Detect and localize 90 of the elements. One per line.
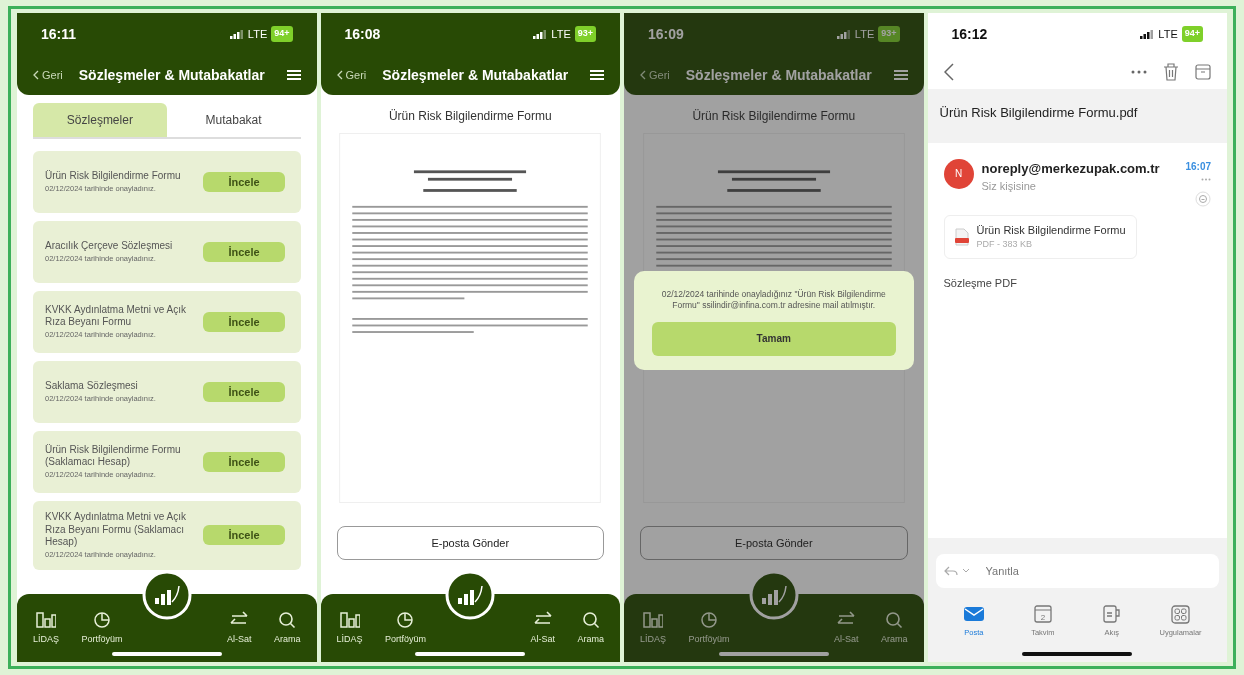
nav-item[interactable]: Portföyüm <box>384 609 426 647</box>
reply-arrow-icon <box>943 565 958 576</box>
recipient-label: Siz kişisine <box>981 179 1037 194</box>
signal-icon <box>229 29 244 39</box>
menu-icon[interactable] <box>286 69 301 81</box>
back-button[interactable]: Geri <box>640 66 670 84</box>
tab[interactable]: Sözleşmeler <box>33 103 167 139</box>
review-button[interactable]: İncele <box>203 242 285 262</box>
network-label: LTE <box>247 26 268 42</box>
review-button[interactable]: İncele <box>203 452 285 472</box>
chevron-down-icon <box>961 568 970 574</box>
pie-chart-icon <box>698 609 719 630</box>
nav-item[interactable]: LİDAŞ <box>336 609 363 647</box>
more-icon[interactable] <box>1131 70 1147 74</box>
signal-icon <box>533 29 548 39</box>
review-button[interactable]: İncele <box>203 525 285 546</box>
menu-icon[interactable] <box>590 69 604 81</box>
trash-icon[interactable] <box>1163 63 1179 81</box>
attachment-size: PDF - 383 KB <box>976 238 1034 251</box>
nav-item[interactable]: Portföyüm <box>688 609 730 647</box>
bar-chart-icon <box>643 609 663 630</box>
pie-chart-icon <box>395 609 416 630</box>
growth-chart-logo-icon[interactable] <box>141 570 192 620</box>
network-label: LTE <box>551 26 571 42</box>
document-title: Ürün Risk Bilgilendirme Formu <box>387 108 553 125</box>
back-button[interactable]: Geri <box>336 66 367 84</box>
attachment-name: Ürün Risk Bilgilendirme Formu <box>976 222 1126 238</box>
email-body: Sözleşme PDF <box>943 275 1018 291</box>
send-email-button[interactable]: E-posta Gönder <box>640 526 908 560</box>
calendar-icon: 2 <box>1031 603 1054 624</box>
signal-icon <box>1140 29 1155 39</box>
status-time: 16:08 <box>344 24 381 44</box>
chevron-left-icon <box>33 70 39 80</box>
contract-title: KVKK Aydınlatma Metni ve Açık Rıza Beyanı Formu (Saklamacı Hesap) <box>45 511 187 549</box>
received-time: 16:07 <box>1185 159 1211 174</box>
contract-title: Ürün Risk Bilgilendirme Formu <box>45 170 182 183</box>
status-time: 16:11 <box>41 24 77 44</box>
battery-indicator: 93+ <box>878 26 900 42</box>
growth-chart-logo-icon[interactable] <box>445 570 496 620</box>
sender-email: noreply@merkezupak.com.tr <box>981 159 1161 178</box>
network-label: LTE <box>854 26 875 42</box>
ok-button[interactable]: Tamam <box>652 321 896 356</box>
chevron-left-icon <box>640 70 646 80</box>
screen-title: Sözleşmeler & Mutabakatlar <box>78 65 266 85</box>
chevron-left-icon <box>336 70 343 80</box>
bar-chart-icon <box>339 609 360 630</box>
battery-indicator: 94+ <box>271 26 293 42</box>
nav-item[interactable]: Al-Sat <box>834 609 859 647</box>
dialog-message: 02/12/2024 tarihinde onayladığınız "Ürün Risk Bilgilendirme Formu" ssilindir@infina.com.tr adresine mail atılmıştır. <box>660 289 887 312</box>
nav-item[interactable]: LİDAŞ <box>33 609 59 647</box>
status-time: 16:09 <box>648 24 684 44</box>
search-icon <box>277 609 298 630</box>
battery-indicator: 94+ <box>1181 26 1203 42</box>
menu-icon[interactable] <box>893 69 908 81</box>
nav-item[interactable]: Arama <box>881 609 908 647</box>
screen-title: Sözleşmeler & Mutabakatlar <box>382 65 570 85</box>
apps-grid-icon <box>1169 603 1192 624</box>
attachment-card[interactable]: Ürün Risk Bilgilendirme Formu PDF - 383 KB <box>943 214 1137 259</box>
bar-chart-icon <box>36 609 56 630</box>
growth-chart-logo-icon[interactable] <box>748 570 799 620</box>
review-button[interactable]: İncele <box>203 172 285 192</box>
status-time: 16:12 <box>951 24 988 44</box>
screen-title: Sözleşmeler & Mutabakatlar <box>685 65 873 85</box>
search-icon <box>884 609 905 630</box>
review-button[interactable]: İncele <box>203 382 285 402</box>
contract-title: Aracılık Çerçeve Sözleşmesi <box>45 240 174 253</box>
pie-chart-icon <box>91 609 112 630</box>
document-title: Ürün Risk Bilgilendirme Formu <box>691 108 857 125</box>
search-icon <box>580 609 601 630</box>
nav-item[interactable]: LİDAŞ <box>640 609 666 647</box>
pdf-file-icon <box>954 227 969 246</box>
archive-icon[interactable] <box>1195 64 1211 80</box>
nav-item[interactable]: Arama <box>274 609 301 647</box>
email-subject: Ürün Risk Bilgilendirme Formu.pdf <box>927 89 1227 143</box>
battery-indicator: 93+ <box>574 26 596 42</box>
contract-title: KVKK Aydınlatma Metni ve Açık Rıza Beyanı Formu <box>45 303 187 329</box>
send-email-button[interactable]: E-posta Gönder <box>336 526 604 560</box>
network-label: LTE <box>1158 26 1178 42</box>
nav-item[interactable]: Arama <box>577 609 604 647</box>
contract-title: Ürün Risk Bilgilendirme Formu (Saklamacı Hesap) <box>45 443 182 469</box>
contract-title: Saklama Sözleşmesi <box>45 380 139 393</box>
reply-field[interactable]: Yanıtla <box>977 561 1219 580</box>
nav-item[interactable]: Al-Sat <box>227 609 252 647</box>
reply-bar[interactable]: Yanıtla <box>935 553 1219 588</box>
back-button[interactable]: Geri <box>33 66 63 84</box>
back-chevron-icon[interactable] <box>943 63 954 81</box>
review-button[interactable]: İncele <box>203 312 285 332</box>
nav-item[interactable]: Al-Sat <box>530 609 556 647</box>
sender-avatar: N <box>943 158 974 189</box>
nav-item[interactable]: Portföyüm <box>81 609 123 647</box>
